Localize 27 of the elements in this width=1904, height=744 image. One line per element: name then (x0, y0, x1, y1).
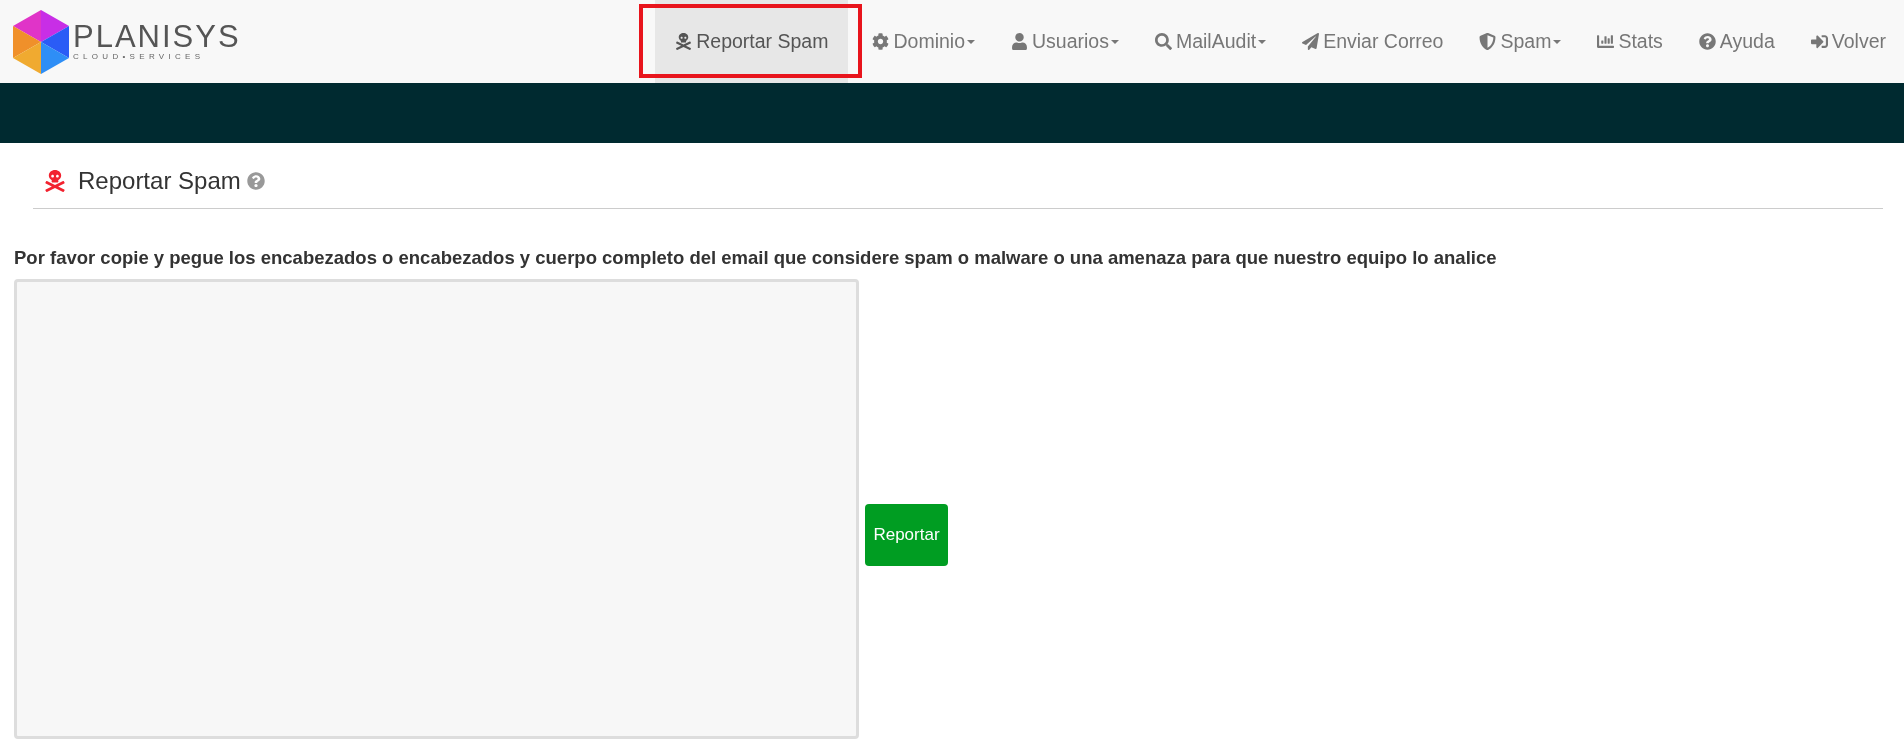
nav-link[interactable]: Ayuda (1680, 0, 1793, 83)
nav-link[interactable]: Usuarios (993, 0, 1137, 83)
instructions-text: Por favor copie y pegue los encabezados o encabezados y cuerpo completo del email que considere spam o malware o una amenaza para que nuestro equipo lo analice (14, 247, 1498, 269)
nav-link[interactable]: Dominio (854, 0, 993, 83)
shield-icon (1479, 33, 1497, 50)
gear-icon (872, 33, 890, 50)
email-input-field[interactable] (14, 279, 859, 739)
nav-link[interactable]: Volver (1792, 0, 1904, 83)
skull-crossbones-icon (44, 169, 66, 192)
brand-name: PLANISYS (73, 21, 241, 53)
skull-crossbones-icon (675, 33, 693, 50)
nav-link[interactable]: Stats (1579, 0, 1681, 83)
hexagon-logo-icon (13, 9, 69, 74)
help-icon[interactable] (246, 171, 265, 190)
page-title: Reportar Spam (78, 166, 241, 195)
brand-tagline: CLOUD•SERVICES (73, 52, 206, 62)
user-icon (1011, 33, 1028, 50)
nav-link[interactable]: MailAudit (1136, 0, 1285, 83)
sign-in-icon (1810, 33, 1828, 50)
bar-chart-icon (1597, 33, 1615, 50)
report-button[interactable]: Reportar (865, 504, 948, 566)
help-icon (1698, 33, 1716, 50)
nav-link[interactable]: Reportar Spam (655, 0, 849, 83)
paper-plane-icon (1302, 33, 1320, 50)
search-icon (1154, 33, 1172, 50)
nav-link[interactable]: Enviar Correo (1284, 0, 1462, 83)
nav-link[interactable]: Spam (1461, 0, 1580, 83)
